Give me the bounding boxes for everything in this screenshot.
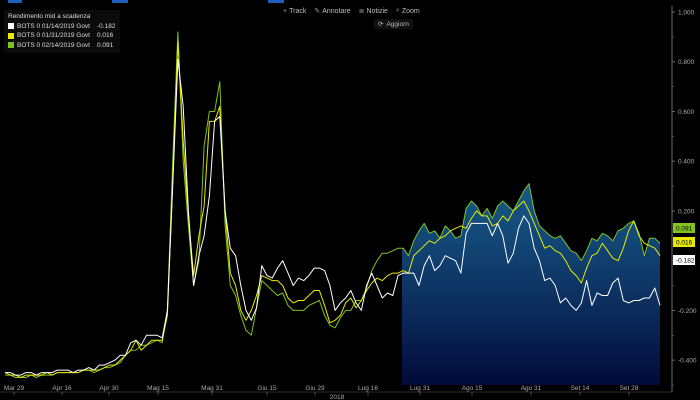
x-tick-label: Giu 15 <box>257 385 277 392</box>
legend-swatch <box>8 23 14 30</box>
refresh-icon: ⟳ <box>378 21 384 28</box>
news-label: Notizie <box>366 7 388 15</box>
x-tick-label: Lug 16 <box>358 385 378 392</box>
chart-toolbar: + Track ✎ Annotare ≣ Notizie ⌕ Zoom <box>283 5 420 17</box>
legend-title: Rendimento mid a scadenza <box>8 13 91 20</box>
x-tick-label: Ago 31 <box>521 385 542 392</box>
last-value-badge: 0.091 <box>673 223 695 233</box>
x-tick-label: Apr 30 <box>99 385 119 392</box>
track-label: Track <box>289 7 307 15</box>
yield-chart: 1.000 0.800 0.600 0.400 0.200 -0.200 -0.400 Mar… <box>0 6 697 400</box>
refresh-label: Aggiorn <box>386 20 409 28</box>
news-button[interactable]: ≣ Notizie <box>359 5 388 17</box>
track-button[interactable]: + Track <box>283 5 306 17</box>
shaded-area <box>402 183 660 385</box>
legend-item[interactable]: BOTS 0 01/14/2019 Govt -0.182 <box>8 22 115 32</box>
x-tick-label: Lug 31 <box>410 385 430 392</box>
legend-swatch <box>8 32 14 39</box>
last-value-text: -0.182 <box>676 258 695 265</box>
x-tick-label: Set 14 <box>571 385 590 392</box>
last-value-text: 0.016 <box>676 240 693 247</box>
refresh-button[interactable]: ⟳ Aggiorn <box>374 19 413 29</box>
legend-value: -0.182 <box>97 22 116 30</box>
x-tick-label: Apr 16 <box>52 385 72 392</box>
x-tick-label: Mag 15 <box>147 385 169 392</box>
legend-value: 0.016 <box>97 32 114 39</box>
pencil-icon: ✎ <box>314 8 321 15</box>
x-tick-label: Set 28 <box>620 385 639 392</box>
legend-item[interactable]: BOTS 0 01/31/2019 Govt 0.016 <box>8 31 115 41</box>
y-tick-label: 0.200 <box>678 208 695 215</box>
x-tick-label: Mar 29 <box>4 385 25 392</box>
annotate-button[interactable]: ✎ Annotare <box>314 5 350 17</box>
last-value-text: 0.091 <box>676 226 693 233</box>
legend-label: BOTS 0 01/14/2019 Govt <box>17 22 90 30</box>
y-tick-label: -0.200 <box>678 308 697 315</box>
news-icon: ≣ <box>358 8 365 15</box>
zoom-button[interactable]: ⌕ Zoom <box>396 5 420 17</box>
legend: Rendimento mid a scadenza BOTS 0 01/14/2… <box>4 10 121 53</box>
legend-label: BOTS 0 01/31/2019 Govt <box>17 32 90 39</box>
legend-value: 0.091 <box>97 41 114 49</box>
y-tick-label: -0.400 <box>678 358 697 365</box>
magnifier-icon: ⌕ <box>395 7 400 14</box>
annotate-label: Annotare <box>322 7 351 15</box>
y-tick-label: 0.800 <box>678 59 695 66</box>
y-tick-label: 0.600 <box>678 109 695 116</box>
x-tick-label: Mag 31 <box>201 385 223 392</box>
x-axis-label: 2018 <box>330 394 345 400</box>
zoom-label: Zoom <box>401 7 420 15</box>
last-value-badge: -0.182 <box>673 255 695 265</box>
legend-label: BOTS 0 02/14/2019 Govt <box>17 41 90 49</box>
last-value-badge: 0.016 <box>673 237 695 247</box>
y-tick-label: 1.000 <box>678 10 695 17</box>
legend-swatch <box>8 42 14 49</box>
plus-icon: + <box>283 7 288 15</box>
x-tick-label: Giu 29 <box>305 385 325 392</box>
x-tick-label: Ago 15 <box>462 385 483 392</box>
y-tick-label: 0.400 <box>678 159 695 166</box>
legend-item[interactable]: BOTS 0 02/14/2019 Govt 0.091 <box>8 41 115 51</box>
